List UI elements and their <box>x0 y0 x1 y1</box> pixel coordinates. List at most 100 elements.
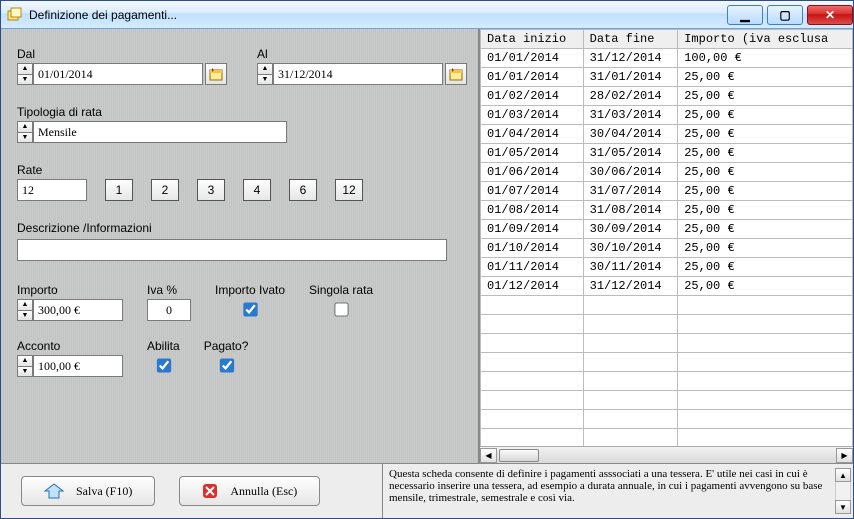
importo-label: Importo <box>17 283 123 297</box>
table-cell: 01/02/2014 <box>481 87 584 106</box>
rate-preset-6[interactable]: 6 <box>289 179 317 201</box>
table-cell <box>678 353 853 372</box>
minimize-button[interactable]: ▁ <box>727 5 763 25</box>
table-row[interactable]: 01/02/201428/02/201425,00 € <box>481 87 853 106</box>
descrizione-input[interactable] <box>17 239 447 261</box>
save-button[interactable]: Salva (F10) <box>21 476 155 506</box>
table-cell: 30/06/2014 <box>583 163 678 182</box>
table-cell: 01/05/2014 <box>481 144 584 163</box>
scroll-right-button[interactable]: ▶ <box>836 448 853 463</box>
table-row[interactable]: 01/05/201431/05/201425,00 € <box>481 144 853 163</box>
help-scroll-up[interactable]: ▲ <box>835 468 851 482</box>
table-cell: 31/03/2014 <box>583 106 678 125</box>
acconto-spin-down[interactable]: ▼ <box>17 366 33 378</box>
importo-spin-down[interactable]: ▼ <box>17 310 33 322</box>
table-row[interactable] <box>481 315 853 334</box>
table-cell: 01/09/2014 <box>481 220 584 239</box>
abilita-checkbox[interactable] <box>150 358 178 372</box>
scroll-left-button[interactable]: ◀ <box>480 448 497 463</box>
help-scrollbar[interactable]: ▲ ▼ <box>835 468 851 514</box>
table-header[interactable]: Data fine <box>583 30 678 49</box>
table-row[interactable]: 01/04/201430/04/201425,00 € <box>481 125 853 144</box>
tipologia-spin-up[interactable]: ▲ <box>17 121 33 132</box>
table-cell: 25,00 € <box>678 106 853 125</box>
table-cell <box>583 353 678 372</box>
al-input[interactable] <box>273 63 443 85</box>
table-cell <box>583 315 678 334</box>
payments-table: Data inizioData fineImporto (iva esclusa… <box>480 29 853 446</box>
importo-ivato-checkbox[interactable] <box>216 302 285 316</box>
dal-input[interactable] <box>33 63 203 85</box>
dal-spin-down[interactable]: ▼ <box>17 74 33 86</box>
table-row[interactable]: 01/11/201430/11/201425,00 € <box>481 258 853 277</box>
rate-input[interactable] <box>17 179 87 201</box>
table-row[interactable] <box>481 372 853 391</box>
close-button[interactable]: ✕ <box>807 5 853 25</box>
table-cell: 01/03/2014 <box>481 106 584 125</box>
table-cell <box>583 372 678 391</box>
help-scroll-down[interactable]: ▼ <box>835 500 851 514</box>
rate-preset-2[interactable]: 2 <box>151 179 179 201</box>
dal-calendar-button[interactable] <box>205 63 227 85</box>
scroll-thumb[interactable] <box>499 449 539 462</box>
pagato-checkbox[interactable] <box>206 358 247 372</box>
table-cell <box>481 353 584 372</box>
acconto-input[interactable] <box>33 355 123 377</box>
table-header[interactable]: Importo (iva esclusa <box>678 30 853 49</box>
table-row[interactable] <box>481 353 853 372</box>
al-spin-down[interactable]: ▼ <box>257 74 273 86</box>
table-cell: 25,00 € <box>678 201 853 220</box>
table-cell: 25,00 € <box>678 144 853 163</box>
maximize-button[interactable]: ▢ <box>767 5 803 25</box>
tipologia-input[interactable] <box>33 121 287 143</box>
table-cell: 25,00 € <box>678 258 853 277</box>
table-cell: 31/12/2014 <box>583 277 678 296</box>
table-row[interactable]: 01/12/201431/12/201425,00 € <box>481 277 853 296</box>
al-calendar-button[interactable] <box>445 63 467 85</box>
table-row[interactable]: 01/07/201431/07/201425,00 € <box>481 182 853 201</box>
table-cell: 01/06/2014 <box>481 163 584 182</box>
table-row[interactable]: 01/01/201431/12/2014100,00 € <box>481 49 853 68</box>
table-cell <box>481 410 584 429</box>
table-row[interactable] <box>481 410 853 429</box>
abilita-label: Abilita <box>147 339 180 353</box>
importo-input[interactable] <box>33 299 123 321</box>
table-row[interactable]: 01/09/201430/09/201425,00 € <box>481 220 853 239</box>
table-cell: 30/11/2014 <box>583 258 678 277</box>
table-row[interactable]: 01/08/201431/08/201425,00 € <box>481 201 853 220</box>
table-row[interactable] <box>481 296 853 315</box>
table-cell: 01/08/2014 <box>481 201 584 220</box>
table-cell <box>481 429 584 447</box>
iva-input[interactable] <box>147 299 191 321</box>
help-text: Questa scheda consente di definire i pag… <box>389 468 822 504</box>
rate-preset-4[interactable]: 4 <box>243 179 271 201</box>
rate-preset-12[interactable]: 12 <box>335 179 363 201</box>
table-row[interactable]: 01/06/201430/06/201425,00 € <box>481 163 853 182</box>
rate-preset-1[interactable]: 1 <box>105 179 133 201</box>
table-cell <box>481 391 584 410</box>
cancel-button[interactable]: Annulla (Esc) <box>179 476 320 506</box>
table-row[interactable] <box>481 391 853 410</box>
table-cell <box>678 296 853 315</box>
tipologia-spin-down[interactable]: ▼ <box>17 132 33 144</box>
descrizione-label: Descrizione /Informazioni <box>17 221 462 235</box>
importo-spin-up[interactable]: ▲ <box>17 299 33 310</box>
table-cell: 25,00 € <box>678 220 853 239</box>
acconto-spin-up[interactable]: ▲ <box>17 355 33 366</box>
table-row[interactable]: 01/03/201431/03/201425,00 € <box>481 106 853 125</box>
table-cell: 31/05/2014 <box>583 144 678 163</box>
app-icon <box>7 7 23 23</box>
al-spin-up[interactable]: ▲ <box>257 63 273 74</box>
singola-rata-checkbox[interactable] <box>310 302 373 316</box>
rate-preset-3[interactable]: 3 <box>197 179 225 201</box>
table-row[interactable]: 01/10/201430/10/201425,00 € <box>481 239 853 258</box>
table-row[interactable]: 01/01/201431/01/201425,00 € <box>481 68 853 87</box>
table-cell: 01/07/2014 <box>481 182 584 201</box>
title-bar: Definizione dei pagamenti... ▁ ▢ ✕ <box>1 1 853 29</box>
dal-spin-up[interactable]: ▲ <box>17 63 33 74</box>
horizontal-scrollbar[interactable]: ◀ ▶ <box>480 446 853 463</box>
table-cell: 31/07/2014 <box>583 182 678 201</box>
table-header[interactable]: Data inizio <box>481 30 584 49</box>
table-row[interactable] <box>481 429 853 447</box>
table-row[interactable] <box>481 334 853 353</box>
